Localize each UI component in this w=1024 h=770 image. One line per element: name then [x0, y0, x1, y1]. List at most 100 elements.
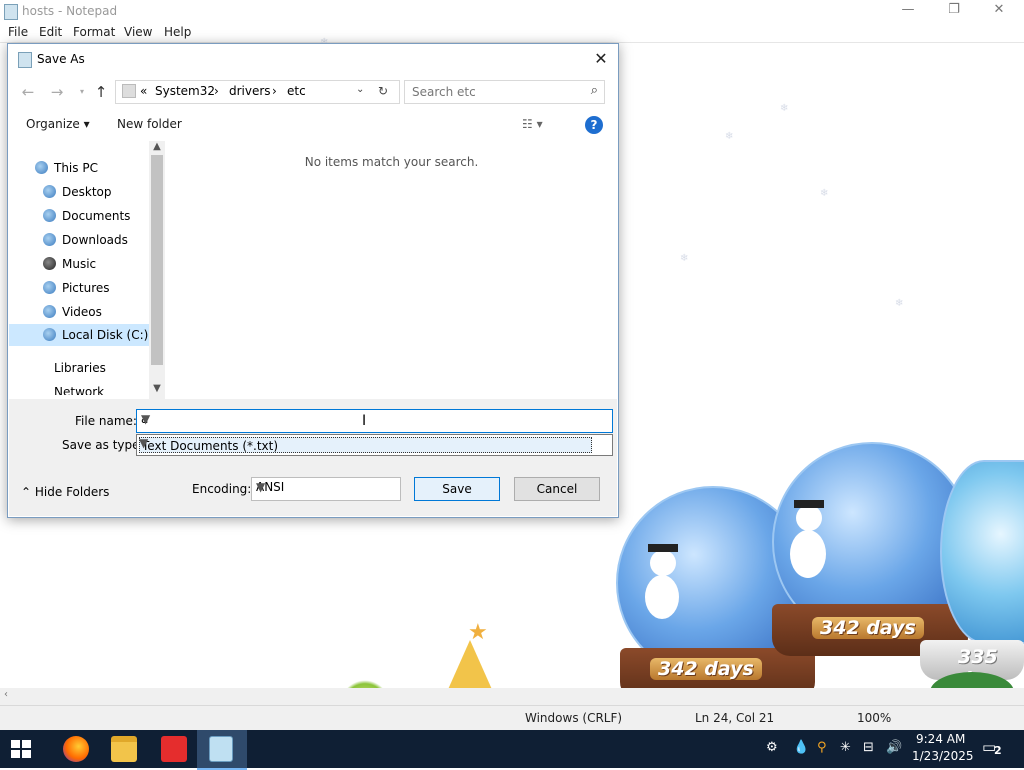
nav-scrollbar[interactable]: ▲ ▼: [149, 141, 165, 399]
line-ending-status: Windows (CRLF): [525, 711, 623, 725]
libraries-item[interactable]: Libraries: [54, 361, 106, 375]
nav-item-label: Desktop: [62, 185, 112, 199]
nav-item-desktop[interactable]: Desktop: [43, 185, 112, 199]
chevron-down-icon[interactable]: ▼: [139, 436, 608, 450]
up-arrow-icon[interactable]: ↑: [91, 82, 111, 102]
notepad-icon: [209, 736, 233, 762]
music-icon: [43, 257, 56, 270]
save-button[interactable]: Save: [414, 477, 500, 501]
nav-item-documents[interactable]: Documents: [43, 209, 131, 223]
droplet-icon[interactable]: 💧: [793, 740, 809, 755]
scroll-thumb[interactable]: [151, 155, 163, 365]
encoding-select[interactable]: ANSI ▼: [251, 477, 401, 501]
help-button[interactable]: ?: [585, 116, 603, 134]
breadcrumb-etc[interactable]: etc: [287, 84, 306, 98]
cursor-position-status: Ln 24, Col 21: [695, 711, 775, 725]
taskbar: ⚙ 💧 ⚲ ✳ ⊟ 🔊 9:24 AM 1/23/2025 ▭ 2: [0, 730, 1024, 770]
nav-item-local-disk-selected[interactable]: Local Disk (C:): [9, 324, 149, 346]
nav-item-label: Pictures: [62, 281, 110, 295]
pictures-icon: [43, 281, 56, 294]
nav-item-label: Documents: [62, 209, 131, 223]
notepad-titlebar: hosts - Notepad — ❐ ✕: [0, 0, 1024, 24]
snowflake-icon: ❄: [680, 253, 689, 264]
scroll-up-icon[interactable]: ▲: [149, 141, 165, 152]
menu-file[interactable]: File: [8, 25, 28, 39]
start-button[interactable]: [10, 738, 32, 760]
cancel-button[interactable]: Cancel: [514, 477, 600, 501]
this-pc-item[interactable]: This PC: [35, 161, 98, 175]
menu-help[interactable]: Help: [164, 25, 191, 39]
back-arrow-icon[interactable]: ←: [18, 82, 38, 102]
view-options-icon[interactable]: ☷ ▾: [522, 117, 543, 131]
hide-folders-label: Hide Folders: [34, 485, 110, 499]
nav-item-label: Videos: [62, 305, 102, 319]
search-input[interactable]: Search etc: [412, 85, 476, 99]
address-bar[interactable]: « System32 › drivers › etc ⌄ ↻: [115, 80, 400, 104]
dialog-close-button[interactable]: ✕: [590, 48, 612, 70]
notepad-title: hosts - Notepad: [22, 4, 118, 18]
network-label: Network: [54, 385, 105, 395]
nav-item-downloads[interactable]: Downloads: [43, 233, 128, 247]
close-window-button[interactable]: ✕: [985, 2, 1013, 20]
save-as-type-label: Save as type:: [62, 438, 144, 452]
volume-icon[interactable]: 🔊: [886, 740, 902, 755]
network-item[interactable]: Network: [54, 385, 104, 395]
refresh-icon[interactable]: ↻: [378, 84, 388, 98]
search-icon[interactable]: ⌕: [591, 83, 598, 98]
breadcrumb-separator: ›: [272, 84, 277, 98]
forward-arrow-icon[interactable]: →: [47, 82, 67, 102]
notification-center-button[interactable]: ▭ 2: [982, 738, 1004, 758]
search-box[interactable]: Search etc ⌕: [404, 80, 605, 104]
snowflake-icon: ❄: [895, 298, 904, 309]
save-as-dialog: Save As ✕ ← → ▾ ↑ « System32 › drivers ›…: [7, 43, 619, 518]
hide-folders-button[interactable]: ⌃ Hide Folders: [21, 485, 109, 499]
nav-item-label: Downloads: [62, 233, 128, 247]
nav-item-videos[interactable]: Videos: [43, 305, 102, 319]
file-explorer-icon[interactable]: [111, 736, 137, 762]
search-app-icon[interactable]: ⚲: [817, 740, 827, 755]
scroll-down-icon[interactable]: ▼: [149, 383, 165, 394]
chevron-up-icon: ⌃: [21, 485, 32, 499]
firefox-icon[interactable]: [63, 736, 89, 762]
new-folder-button[interactable]: New folder: [117, 117, 182, 131]
horizontal-scrollbar[interactable]: ‹: [0, 688, 1024, 705]
breadcrumb-system32[interactable]: System32: [155, 84, 215, 98]
breadcrumb-separator: ›: [214, 84, 219, 98]
menu-view[interactable]: View: [124, 25, 152, 39]
snowman-hat-icon: [648, 544, 678, 552]
snowflake-icon: ❄: [820, 188, 829, 199]
file-list-area[interactable]: No items match your search.: [166, 141, 617, 399]
app-red-icon[interactable]: [161, 736, 187, 762]
nav-item-music[interactable]: Music: [43, 257, 96, 271]
notepad-taskbar-button[interactable]: [197, 730, 247, 770]
menu-format[interactable]: Format: [73, 25, 115, 39]
file-name-input[interactable]: a ▼: [136, 409, 613, 433]
snowman-head-icon: [650, 550, 676, 576]
clock-date[interactable]: 1/23/2025: [912, 749, 974, 763]
breadcrumb-overflow[interactable]: «: [140, 84, 147, 98]
maximize-button[interactable]: ❐: [940, 2, 968, 20]
dialog-app-icon: [18, 52, 32, 68]
breadcrumb-drivers[interactable]: drivers: [229, 84, 271, 98]
minimize-button[interactable]: —: [894, 2, 922, 20]
address-dropdown-icon[interactable]: ⌄: [356, 84, 364, 95]
recent-dropdown-icon[interactable]: ▾: [72, 82, 92, 102]
videos-icon: [43, 305, 56, 318]
organize-button[interactable]: Organize ▾: [26, 117, 90, 131]
network-app-icon[interactable]: ⚙: [766, 740, 778, 755]
status-bar: Windows (CRLF) Ln 24, Col 21 100%: [0, 705, 1024, 731]
menu-edit[interactable]: Edit: [39, 25, 62, 39]
file-name-label: File name:: [75, 414, 137, 428]
navigation-pane: This PC Desktop Documents Downloads Musi…: [9, 141, 149, 399]
snowflake-icon: ❄: [725, 131, 734, 142]
clock-time[interactable]: 9:24 AM: [916, 732, 965, 746]
notepad-menubar: File Edit Format View Help: [0, 24, 1024, 42]
sparkle-icon[interactable]: ✳: [840, 740, 851, 755]
save-as-type-select[interactable]: Text Documents (*.txt) ▼: [136, 434, 613, 456]
network-icon[interactable]: ⊟: [863, 740, 874, 755]
nav-item-pictures[interactable]: Pictures: [43, 281, 110, 295]
chevron-down-icon[interactable]: ▼: [141, 412, 608, 426]
scroll-left-icon[interactable]: ‹: [4, 689, 8, 700]
downloads-icon: [43, 233, 56, 246]
chevron-down-icon[interactable]: ▼: [256, 480, 396, 494]
